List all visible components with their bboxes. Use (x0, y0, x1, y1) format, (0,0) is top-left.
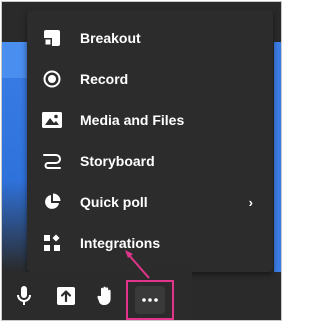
screenshot-frame: Breakout Record Media and Files Storyboa… (1, 1, 282, 321)
share-screen-icon (57, 286, 75, 310)
more-options-button[interactable] (126, 280, 174, 320)
menu-item-quick-poll[interactable]: Quick poll › (27, 182, 273, 222)
menu-item-label: Quick poll (80, 194, 148, 210)
breakout-room-icon (41, 27, 63, 49)
menu-item-label: Breakout (80, 30, 141, 46)
apps-grid-icon (41, 232, 63, 254)
annotation-arrow (125, 250, 150, 279)
menu-item-label: Media and Files (80, 112, 185, 128)
microphone-button[interactable] (8, 282, 40, 314)
raise-hand-button[interactable] (90, 282, 122, 314)
video-stage-right (274, 42, 281, 272)
raise-hand-icon (97, 286, 115, 311)
menu-item-record[interactable]: Record (27, 59, 273, 99)
storyboard-icon (41, 150, 63, 172)
record-icon (41, 68, 63, 90)
more-options-icon (135, 286, 165, 314)
menu-item-media-and-files[interactable]: Media and Files (27, 100, 273, 140)
menu-item-storyboard[interactable]: Storyboard (27, 141, 273, 181)
pie-chart-icon (41, 191, 63, 213)
video-stage-strip (2, 42, 30, 78)
menu-item-label: Record (80, 71, 129, 87)
microphone-icon (17, 285, 31, 311)
menu-item-label: Storyboard (80, 153, 155, 169)
chevron-right-icon: › (248, 194, 253, 210)
more-options-menu: Breakout Record Media and Files Storyboa… (27, 10, 273, 272)
menu-item-breakout[interactable]: Breakout (27, 18, 273, 58)
image-icon (41, 109, 63, 131)
share-screen-button[interactable] (50, 282, 82, 314)
